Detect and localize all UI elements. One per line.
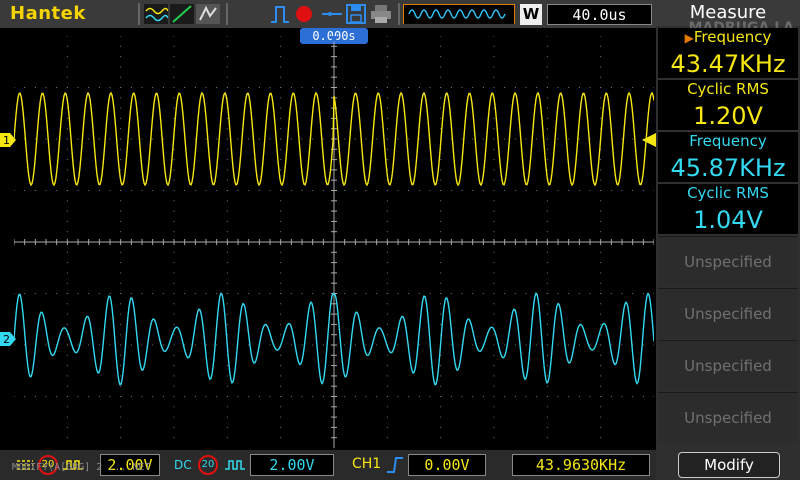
ch2-coupling-label: DC xyxy=(174,458,192,472)
modify-button[interactable]: Modify xyxy=(678,452,780,478)
measure-slot-3[interactable]: Frequency 45.87KHz xyxy=(658,132,798,182)
timebase-value[interactable]: 40.0us xyxy=(547,4,652,25)
pulse-icon[interactable] xyxy=(270,4,290,24)
ch2-level-marker[interactable]: 2 xyxy=(0,332,16,346)
ch2-volts-div[interactable]: 2.00V xyxy=(250,454,334,476)
ramp-icon[interactable] xyxy=(170,4,194,24)
trigger-level-marker[interactable] xyxy=(642,133,656,147)
ch2-bandwidth-limit: 20 xyxy=(198,455,218,475)
waveform-display-icon[interactable] xyxy=(144,4,168,24)
measure-slot-3-value: 45.87KHz xyxy=(670,154,786,182)
measure-slot-2-name: Cyclic RMS xyxy=(687,80,769,98)
persistence-icon[interactable] xyxy=(196,4,220,24)
measure-slot-8[interactable]: Unspecified xyxy=(658,392,798,443)
brand-logo: Hantek xyxy=(10,3,86,24)
measure-slot-6[interactable]: Unspecified xyxy=(658,288,798,339)
print-icon[interactable] xyxy=(370,4,392,24)
svg-text:1: 1 xyxy=(3,134,10,147)
toolbar-separator xyxy=(138,3,140,25)
trigger-frequency-value: 43.9630KHz xyxy=(512,454,650,476)
measure-slot-3-name: Frequency xyxy=(689,132,767,150)
waveform-screen[interactable] xyxy=(14,36,654,448)
selected-arrow-icon: ▶ xyxy=(684,31,694,45)
measure-slot-1-name: Frequency xyxy=(693,28,772,46)
measure-slot-4-value: 1.04V xyxy=(693,206,763,234)
measure-slot-1[interactable]: ▶Frequency 43.47KHz xyxy=(658,28,798,78)
memory-icon[interactable] xyxy=(320,4,344,24)
measure-slot-2-value: 1.20V xyxy=(693,102,763,130)
measure-slot-7[interactable]: Unspecified xyxy=(658,340,798,391)
trigger-level-value[interactable]: 0.00V xyxy=(408,454,486,476)
measure-slot-4[interactable]: Cyclic RMS 1.04V xyxy=(658,184,798,234)
save-icon[interactable] xyxy=(346,4,366,24)
toolbar-separator xyxy=(398,3,400,25)
toolbar-separator xyxy=(226,3,228,25)
memory-depth-icon[interactable] xyxy=(403,4,515,24)
measure-panel: Measure MADRUGA LA ▶Frequency 43.47KHz C… xyxy=(656,0,800,480)
ch2-invert-icon xyxy=(225,460,245,470)
measure-slot-4-name: Cyclic RMS xyxy=(687,184,769,202)
trigger-source-label: CH1 xyxy=(352,456,382,472)
waveform-mode-label[interactable]: W xyxy=(520,4,542,25)
trigger-position-marker[interactable] xyxy=(329,36,339,42)
measure-slot-1-value: 43.47KHz xyxy=(670,50,786,78)
top-toolbar: Hantek W 40.0us xyxy=(0,0,656,28)
watermark-text: MODIFY(A[GRG] 2 ... NET xyxy=(12,462,151,473)
record-icon[interactable] xyxy=(294,4,314,24)
svg-text:2: 2 xyxy=(3,333,10,346)
ch1-level-marker[interactable]: 1 xyxy=(0,133,16,147)
measure-slot-2[interactable]: Cyclic RMS 1.20V xyxy=(658,80,798,130)
rising-edge-icon xyxy=(387,457,403,473)
measure-slot-5[interactable]: Unspecified xyxy=(658,236,798,287)
